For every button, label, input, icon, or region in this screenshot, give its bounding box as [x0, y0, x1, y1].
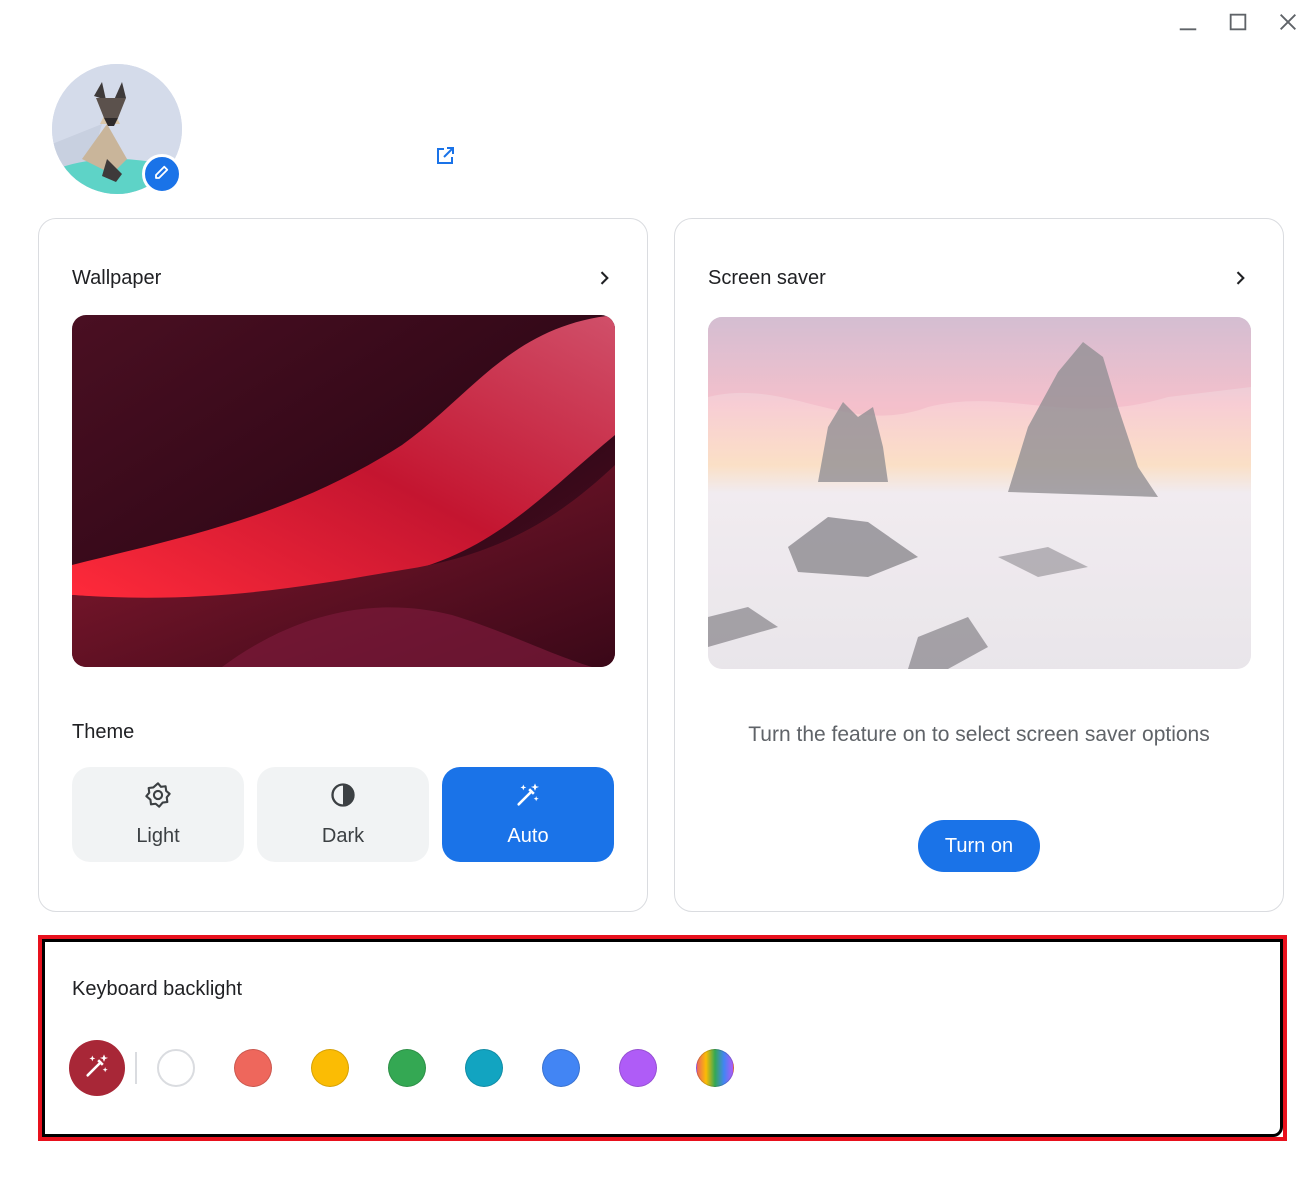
- keyboard-backlight-section: Keyboard backlight: [38, 935, 1287, 1141]
- backlight-color-rainbow[interactable]: [696, 1049, 734, 1087]
- theme-dark-button[interactable]: Dark: [257, 767, 429, 862]
- backlight-color-blue[interactable]: [542, 1049, 580, 1087]
- wallpaper-title: Wallpaper: [72, 266, 162, 289]
- avatar-edit-button[interactable]: [142, 154, 182, 194]
- contrast-icon: [329, 781, 357, 815]
- screen-saver-card: Screen saver Turn the feature on to sele…: [674, 218, 1284, 912]
- magic-wand-icon: [83, 1052, 111, 1085]
- close-icon[interactable]: [1274, 8, 1302, 36]
- theme-light-button[interactable]: Light: [72, 767, 244, 862]
- backlight-color-teal[interactable]: [465, 1049, 503, 1087]
- theme-auto-label: Auto: [507, 825, 549, 847]
- backlight-color-yellow[interactable]: [311, 1049, 349, 1087]
- brightness-icon: [144, 781, 172, 815]
- open-in-new-icon[interactable]: [433, 144, 457, 168]
- turn-on-button[interactable]: Turn on: [918, 820, 1040, 872]
- backlight-color-white[interactable]: [157, 1049, 195, 1087]
- theme-options: Light Dark Auto: [72, 767, 614, 862]
- screen-saver-title: Screen saver: [708, 266, 826, 289]
- window-controls: [1174, 8, 1302, 36]
- theme-light-label: Light: [136, 825, 180, 847]
- theme-label: Theme: [72, 721, 135, 743]
- minimize-icon[interactable]: [1174, 8, 1202, 36]
- backlight-color-purple[interactable]: [619, 1049, 657, 1087]
- wallpaper-header[interactable]: Wallpaper: [72, 264, 614, 292]
- keyboard-backlight-card: Keyboard backlight: [42, 939, 1283, 1137]
- maximize-icon[interactable]: [1224, 8, 1252, 36]
- wallpaper-preview[interactable]: [72, 315, 615, 667]
- backlight-color-red[interactable]: [234, 1049, 272, 1087]
- wallpaper-card: Wallpaper Theme Light Dark Auto: [38, 218, 648, 912]
- screen-saver-header[interactable]: Screen saver: [708, 264, 1250, 292]
- backlight-color-options: [69, 1040, 773, 1096]
- profile-avatar-container: [52, 64, 182, 194]
- theme-auto-button[interactable]: Auto: [442, 767, 614, 862]
- screen-saver-preview: [708, 317, 1251, 669]
- keyboard-backlight-title: Keyboard backlight: [72, 978, 243, 1000]
- theme-dark-label: Dark: [321, 825, 365, 847]
- chevron-right-icon: [594, 268, 614, 288]
- magic-wand-icon: [514, 781, 542, 815]
- divider: [135, 1052, 137, 1084]
- screen-saver-message: Turn the feature on to select screen sav…: [748, 723, 1210, 746]
- pencil-icon: [153, 163, 171, 186]
- chevron-right-icon: [1230, 268, 1250, 288]
- backlight-color-green[interactable]: [388, 1049, 426, 1087]
- backlight-auto-button[interactable]: [69, 1040, 125, 1096]
